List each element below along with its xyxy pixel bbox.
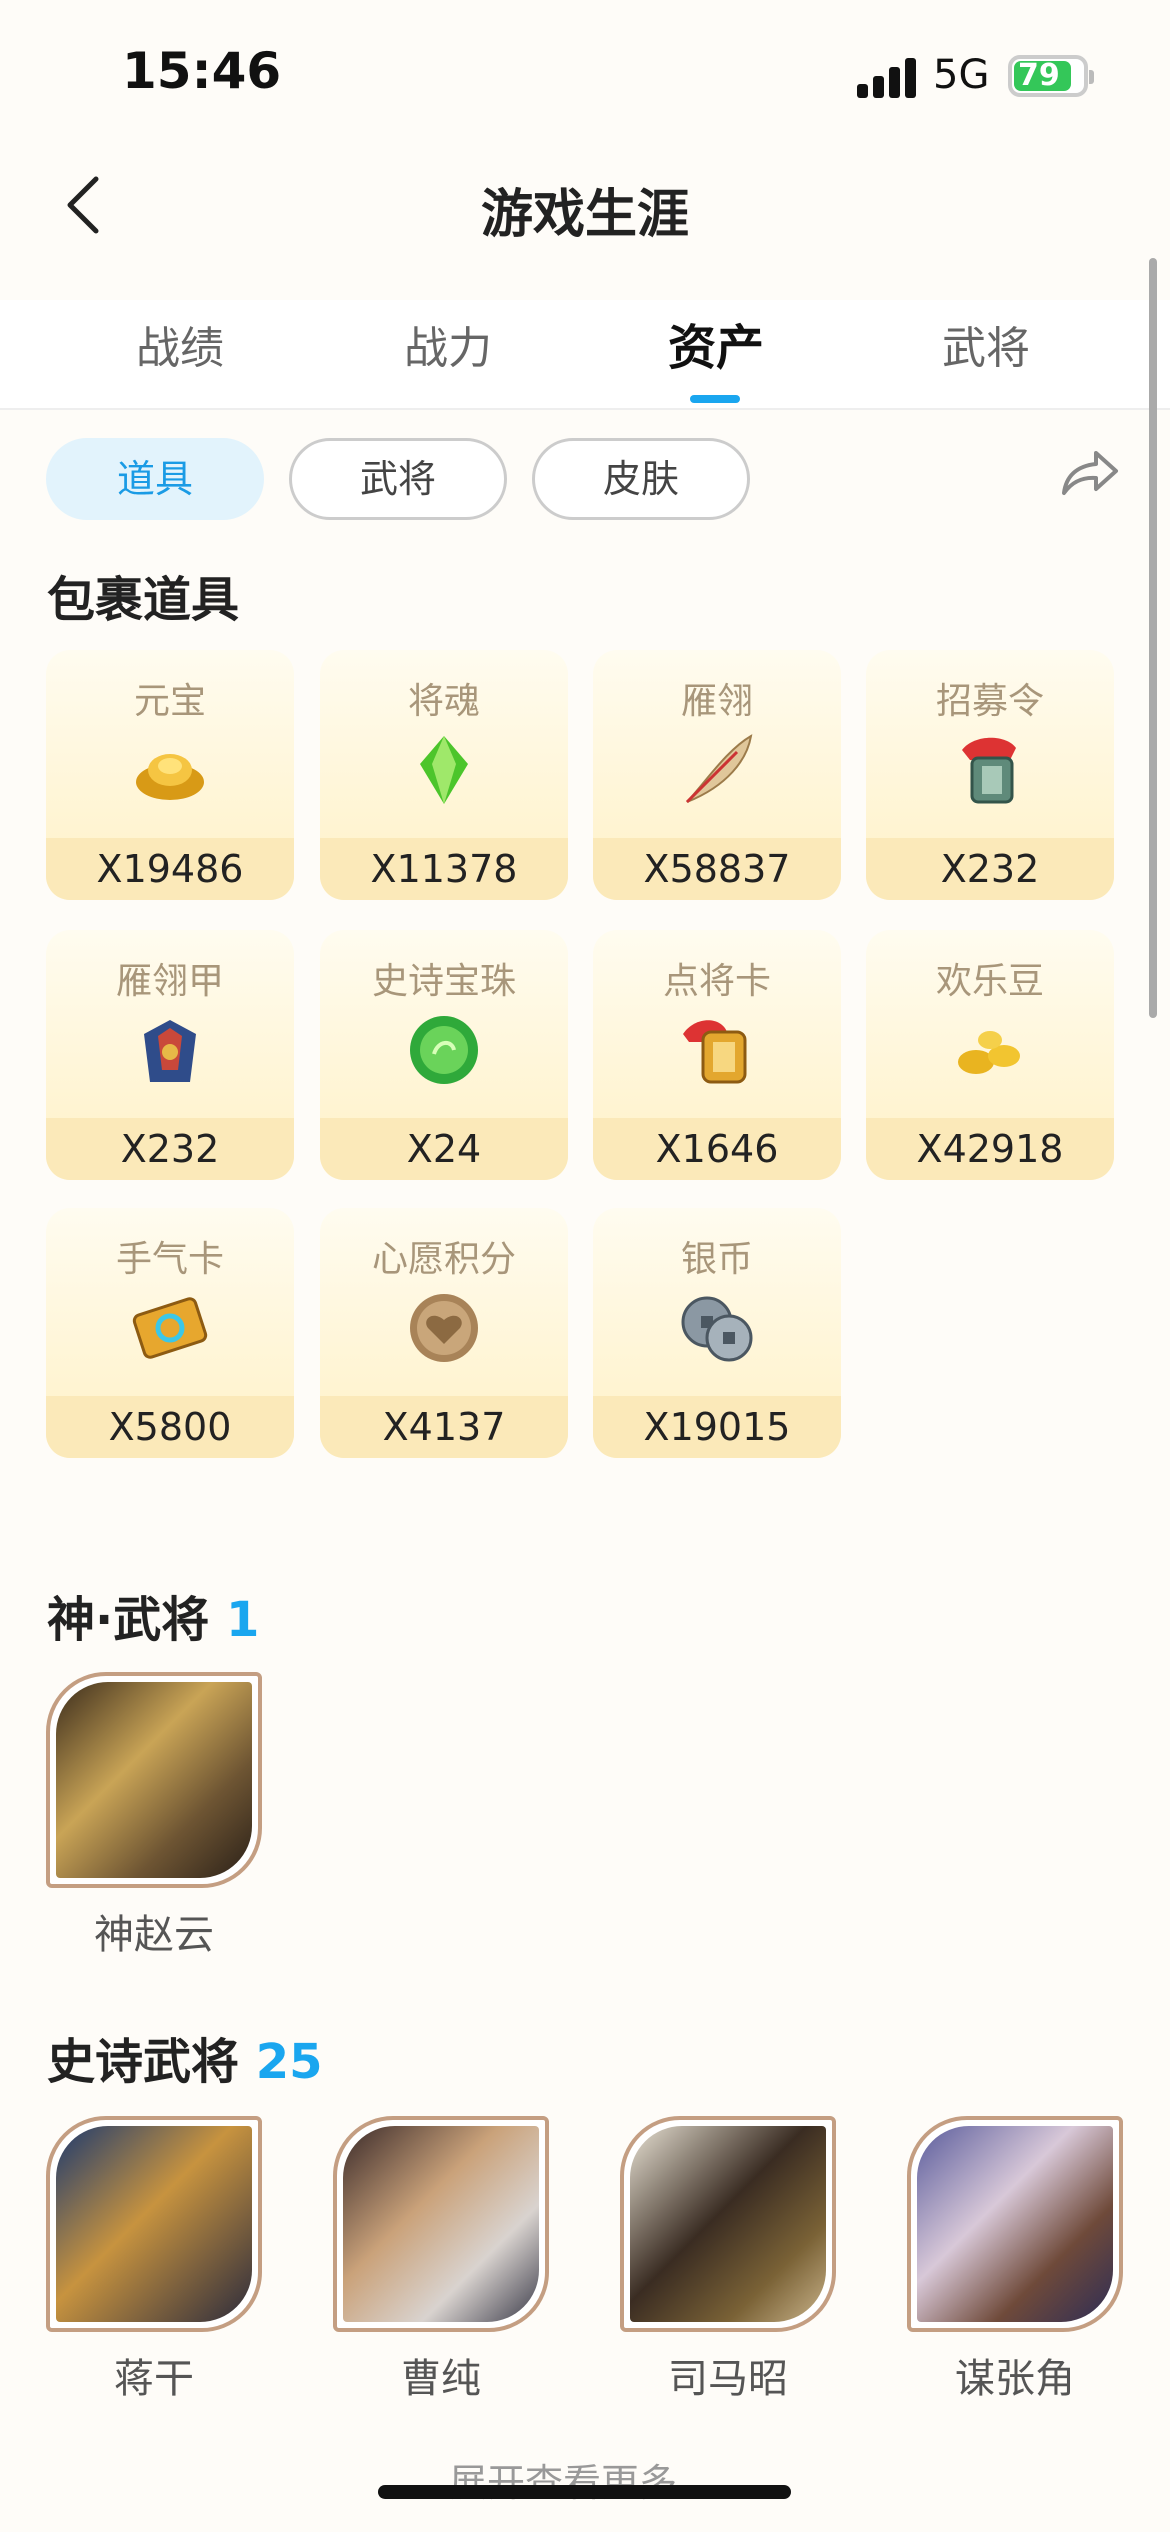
page-title: 游戏生涯 <box>480 185 689 245</box>
epic-generals-label: 史诗武将 <box>47 2034 240 2090</box>
battery-icon: 79 <box>1008 55 1094 97</box>
hero-name: 谋张角 <box>955 2356 1075 2402</box>
signal-icon <box>857 58 917 98</box>
active-tab-indicator <box>690 395 740 403</box>
item-quantity: X58837 <box>593 838 841 900</box>
heart-coin-icon <box>410 1294 478 1362</box>
subtab-generals[interactable]: 武将 <box>289 438 507 520</box>
item-name: 史诗宝珠 <box>371 961 516 1002</box>
hero-portrait <box>907 2116 1123 2332</box>
scrollbar[interactable] <box>1149 258 1157 1018</box>
item-quantity: X4137 <box>320 1396 568 1458</box>
hero-portrait <box>46 2116 262 2332</box>
hero-card[interactable]: 谋张角 <box>907 2116 1123 2404</box>
item-card[interactable]: 将魂 X11378 <box>320 650 568 900</box>
item-quantity: X42918 <box>866 1118 1114 1180</box>
epic-generals-title: 史诗武将 25 <box>47 2022 323 2092</box>
hero-card[interactable]: 神赵云 <box>46 1672 262 1960</box>
luck-card-icon <box>132 1297 208 1359</box>
home-indicator[interactable] <box>378 2485 791 2499</box>
item-quantity: X19015 <box>593 1396 841 1458</box>
item-card[interactable]: 银币 X19015 <box>593 1208 841 1458</box>
status-bar: 15:46 5G 79 <box>0 0 1170 150</box>
item-name: 手气卡 <box>115 1239 224 1280</box>
feather-icon <box>685 734 753 804</box>
item-quantity: X232 <box>46 1118 294 1180</box>
beans-icon <box>958 1031 1020 1074</box>
main-tabs: 战绩 战力 资产 武将 <box>0 300 1170 410</box>
tab-generals[interactable]: 武将 <box>886 312 1086 376</box>
hero-name: 蒋干 <box>114 2356 194 2402</box>
hero-portrait <box>46 1672 262 1888</box>
item-card[interactable]: 欢乐豆 X42918 <box>866 930 1114 1180</box>
gold-ingot-icon <box>136 754 204 800</box>
item-name: 心愿积分 <box>371 1239 516 1280</box>
tab-record[interactable]: 战绩 <box>80 312 280 376</box>
item-name: 雁翎 <box>680 681 753 722</box>
hero-name: 神赵云 <box>94 1912 214 1958</box>
epic-generals-count: 25 <box>255 2034 323 2090</box>
subtab-skins[interactable]: 皮肤 <box>532 438 750 520</box>
hero-portrait <box>333 2116 549 2332</box>
status-time: 15:46 <box>122 42 282 100</box>
item-name: 欢乐豆 <box>935 961 1044 1002</box>
bag-section-title: 包裹道具 <box>47 572 240 628</box>
god-generals-count: 1 <box>225 1592 260 1648</box>
item-name: 元宝 <box>133 681 206 722</box>
silver-coin-icon <box>681 1296 753 1362</box>
item-card[interactable]: 心愿积分 X4137 <box>320 1208 568 1458</box>
item-quantity: X232 <box>866 838 1114 900</box>
item-quantity: X1646 <box>593 1118 841 1180</box>
item-card[interactable]: 史诗宝珠 X24 <box>320 930 568 1180</box>
item-name: 将魂 <box>407 681 480 722</box>
subtab-items[interactable]: 道具 <box>46 438 264 520</box>
god-generals-label: 神·武将 <box>47 1592 210 1648</box>
item-name: 招募令 <box>935 681 1044 722</box>
item-card[interactable]: 元宝 X19486 <box>46 650 294 900</box>
item-card[interactable]: 点将卡 X1646 <box>593 930 841 1180</box>
item-quantity: X24 <box>320 1118 568 1180</box>
item-quantity: X11378 <box>320 838 568 900</box>
battery-percent: 79 <box>1018 58 1060 93</box>
tab-assets[interactable]: 资产 <box>616 308 816 378</box>
recruit-token-icon <box>962 737 1016 804</box>
item-name: 雁翎甲 <box>115 961 224 1002</box>
hero-card[interactable]: 曹纯 <box>333 2116 549 2404</box>
god-generals-title: 神·武将 1 <box>47 1580 259 1650</box>
item-quantity: X5800 <box>46 1396 294 1458</box>
item-card[interactable]: 手气卡 X5800 <box>46 1208 294 1458</box>
share-icon[interactable] <box>1060 447 1120 499</box>
hero-name: 司马昭 <box>668 2356 788 2402</box>
item-quantity: X19486 <box>46 838 294 900</box>
general-card-icon <box>683 1020 747 1084</box>
network-type: 5G <box>933 52 990 98</box>
armor-icon <box>144 1020 196 1082</box>
item-name: 银币 <box>680 1239 753 1280</box>
tab-power[interactable]: 战力 <box>348 312 548 376</box>
hero-portrait <box>620 2116 836 2332</box>
item-card[interactable]: 雁翎 X58837 <box>593 650 841 900</box>
hero-card[interactable]: 蒋干 <box>46 2116 262 2404</box>
item-card[interactable]: 雁翎甲 X232 <box>46 930 294 1180</box>
item-card[interactable]: 招募令 X232 <box>866 650 1114 900</box>
green-crystal-icon <box>420 736 468 804</box>
green-orb-icon <box>410 1016 478 1084</box>
hero-card[interactable]: 司马昭 <box>620 2116 836 2404</box>
hero-name: 曹纯 <box>401 2356 481 2402</box>
item-name: 点将卡 <box>662 961 771 1002</box>
